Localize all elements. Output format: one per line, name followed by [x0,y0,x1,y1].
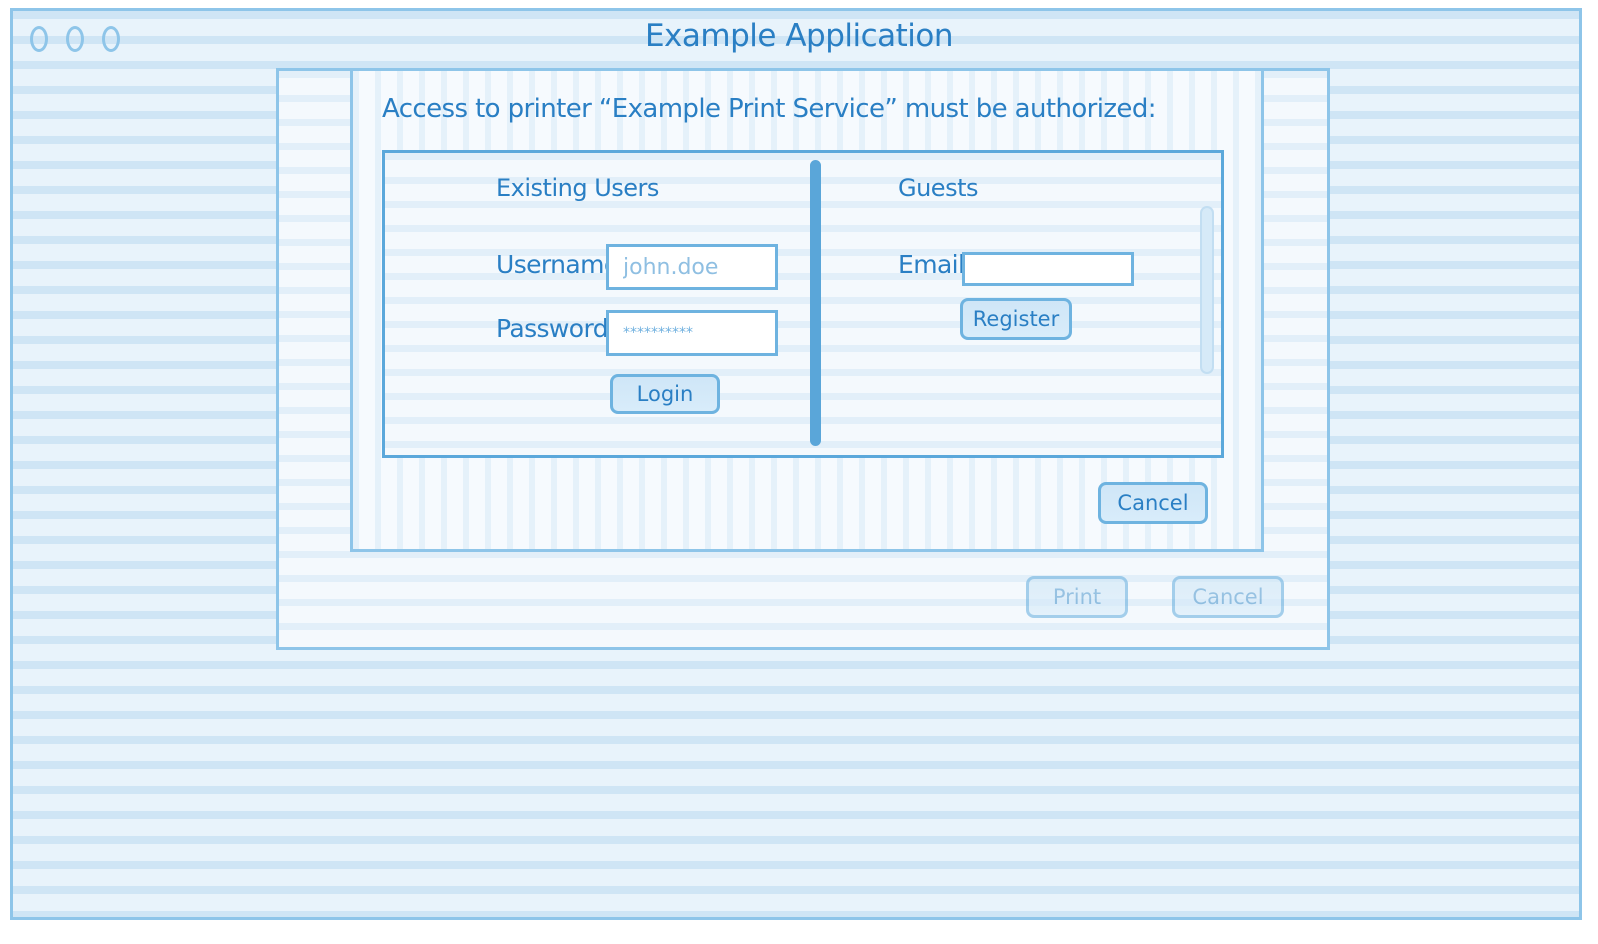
login-button[interactable]: Login [610,374,720,414]
auth-cancel-button[interactable]: Cancel [1098,482,1208,524]
existing-users-title: Existing Users [496,174,659,202]
sheet-cancel-button[interactable]: Cancel [1172,576,1284,618]
guests-scrollbar[interactable] [1200,206,1214,374]
password-input[interactable] [606,310,778,356]
password-label: Password: [496,314,616,343]
window-title: Example Application [644,18,954,54]
authorization-message: Access to printer “Example Print Service… [382,94,1157,124]
email-input[interactable] [962,252,1134,286]
print-button[interactable]: Print [1026,576,1128,618]
register-button[interactable]: Register [960,298,1072,340]
username-input[interactable] [606,244,778,290]
guests-title: Guests [898,174,979,202]
panel-divider [810,160,821,446]
